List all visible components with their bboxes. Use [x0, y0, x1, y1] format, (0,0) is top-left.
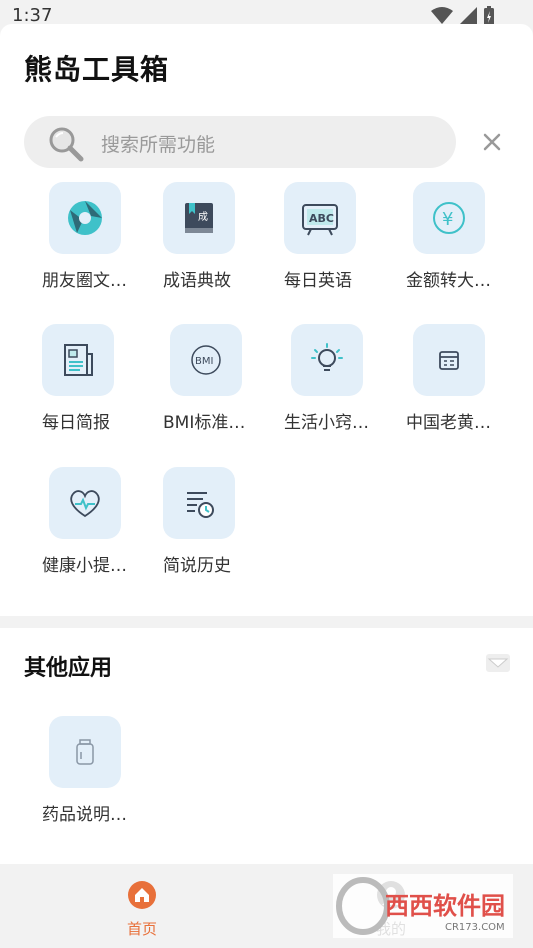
page-title: 熊岛工具箱 [24, 53, 170, 86]
tool-label: 每日英语 [284, 271, 352, 291]
tool-label: 每日简报 [42, 413, 110, 433]
watermark-brand: 西西软件园 [385, 892, 505, 920]
calendar-icon [413, 324, 485, 396]
tool-health-tips[interactable]: 健康小提… [42, 467, 152, 587]
history-list-icon [163, 467, 235, 539]
tab-home-label: 首页 [126, 920, 157, 938]
tool-idioms[interactable]: 成 成语典故 [163, 182, 273, 302]
lightbulb-icon [291, 324, 363, 396]
wifi-icon [431, 7, 453, 24]
tab-home[interactable]: 首页 [102, 880, 182, 939]
battery-icon [484, 6, 494, 26]
search-input[interactable]: 搜索所需功能 [24, 116, 456, 168]
tool-history[interactable]: 简说历史 [163, 467, 273, 587]
signal-icon [459, 7, 477, 25]
abc-board-icon: ABC [284, 182, 356, 254]
close-icon[interactable] [478, 128, 506, 156]
aperture-icon [49, 182, 121, 254]
tool-almanac[interactable]: 中国老黄… [406, 324, 516, 444]
home-icon [128, 881, 156, 909]
tool-life-tips[interactable]: 生活小窍… [284, 324, 394, 444]
medicine-bottle-icon [49, 716, 121, 788]
tool-label: 朋友圈文… [42, 271, 127, 291]
tool-moments-text[interactable]: 朋友圈文… [42, 182, 152, 302]
heart-pulse-icon [49, 467, 121, 539]
tool-bmi[interactable]: BMI BMI标准… [163, 324, 273, 444]
app-medicine-instructions[interactable]: 药品说明… [42, 716, 152, 836]
bmi-icon: BMI [170, 324, 242, 396]
tool-label: 生活小窍… [284, 413, 369, 433]
search-icon [49, 127, 84, 162]
svg-text:成: 成 [198, 211, 208, 223]
tool-label: 金额转大… [406, 271, 491, 291]
tools-card: 熊岛工具箱 搜索所需功能 朋友圈文… 成 成语典故 ABC 每日英语 ¥ 金额转… [0, 24, 533, 616]
newspaper-icon [42, 324, 114, 396]
tool-daily-english[interactable]: ABC 每日英语 [284, 182, 394, 302]
tool-daily-briefing[interactable]: 每日简报 [42, 324, 152, 444]
tool-label: 简说历史 [163, 556, 231, 576]
other-apps-title: 其他应用 [24, 656, 113, 681]
tool-label: 成语典故 [163, 271, 231, 291]
search-placeholder: 搜索所需功能 [101, 134, 216, 156]
app-label: 药品说明… [42, 805, 127, 825]
tool-label: 中国老黄… [406, 413, 491, 433]
tool-label: 健康小提… [42, 556, 127, 576]
svg-text:¥: ¥ [442, 209, 453, 230]
watermark-site: CR173.COM [445, 922, 505, 933]
watermark-logo: 西西软件园 CR173.COM [333, 874, 513, 938]
yen-coin-icon: ¥ [413, 182, 485, 254]
status-time: 1:37 [12, 5, 53, 26]
idiom-book-icon: 成 [163, 182, 235, 254]
tool-amount-uppercase[interactable]: ¥ 金额转大… [406, 182, 516, 302]
chevron-down-icon[interactable] [486, 654, 510, 672]
status-icons [431, 6, 495, 26]
other-apps-section: 其他应用 药品说明… [0, 628, 533, 864]
tool-label: BMI标准… [163, 413, 246, 433]
svg-text:ABC: ABC [309, 212, 334, 225]
svg-text:BMI: BMI [195, 356, 213, 367]
